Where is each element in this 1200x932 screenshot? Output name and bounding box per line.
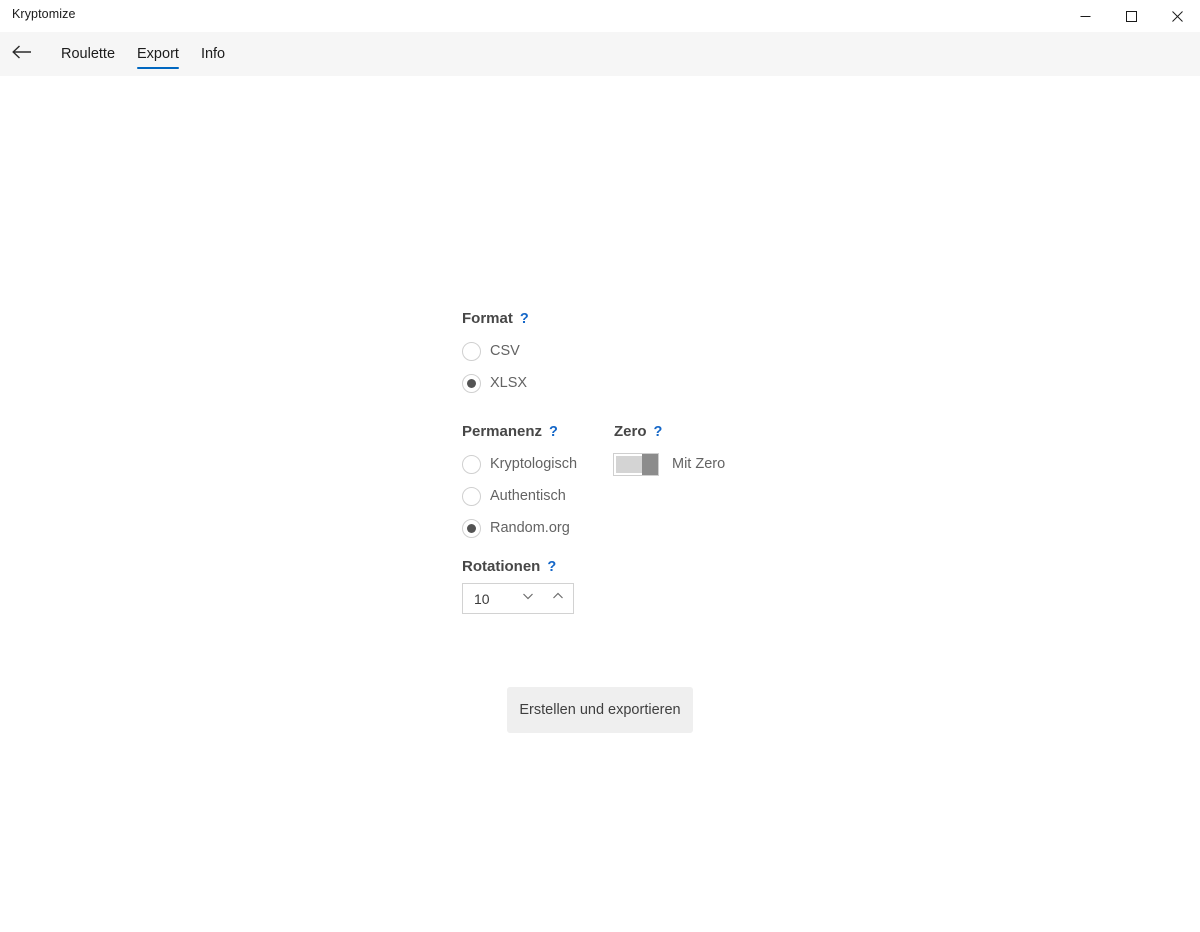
permanenz-option-kryptologisch-label: Kryptologisch: [490, 456, 578, 472]
export-settings-form: Format ? CSV XLSX Permanenz ? Kryptologi…: [462, 310, 882, 733]
permanenz-option-randomorg[interactable]: Random.org: [462, 512, 614, 544]
chevron-up-icon: [551, 589, 565, 608]
permanenz-help-icon[interactable]: ?: [549, 424, 558, 440]
permanenz-option-authentisch[interactable]: Authentisch: [462, 480, 614, 512]
rotationen-input[interactable]: 10: [463, 591, 513, 607]
format-section: Format ? CSV XLSX: [462, 310, 882, 399]
submit-button-wrapper: Erstellen und exportieren: [507, 687, 693, 733]
zero-heading: Zero ?: [614, 423, 725, 440]
rotationen-heading: Rotationen ?: [462, 558, 882, 575]
title-bar: Kryptomize: [0, 0, 1200, 32]
zero-section: Zero ? Mit Zero: [614, 423, 725, 480]
maximize-icon: [1125, 10, 1137, 22]
format-option-xlsx-radio[interactable]: [462, 373, 481, 393]
format-option-csv-label: CSV: [490, 343, 520, 359]
minimize-button[interactable]: [1062, 0, 1108, 32]
zero-toggle-knob: [642, 453, 658, 475]
zero-help-icon[interactable]: ?: [654, 424, 663, 440]
window-caption-buttons: [1062, 0, 1200, 32]
permanenz-option-randomorg-radio[interactable]: [462, 518, 481, 538]
close-button[interactable]: [1154, 0, 1200, 32]
permanenz-section: Permanenz ? Kryptologisch Authentisch Ra…: [462, 423, 614, 544]
back-arrow-icon: [11, 44, 33, 65]
rotationen-help-icon[interactable]: ?: [547, 559, 556, 575]
rotationen-section: Rotationen ? 10: [462, 558, 882, 614]
permanenz-option-randomorg-label: Random.org: [490, 520, 570, 536]
format-help-icon[interactable]: ?: [520, 311, 529, 327]
permanenz-zero-row: Permanenz ? Kryptologisch Authentisch Ra…: [462, 423, 882, 544]
rotationen-heading-label: Rotationen: [462, 558, 541, 575]
nav-tab-export-label: Export: [137, 46, 179, 62]
nav-tab-info[interactable]: Info: [190, 32, 236, 76]
rotationen-decrement-button[interactable]: [513, 584, 543, 613]
permanenz-option-kryptologisch-radio[interactable]: [462, 454, 481, 474]
format-option-xlsx-label: XLSX: [490, 375, 528, 391]
zero-heading-label: Zero: [614, 423, 647, 440]
minimize-icon: [1080, 11, 1091, 22]
zero-toggle-label: Mit Zero: [672, 456, 726, 472]
rotationen-increment-button[interactable]: [543, 584, 573, 613]
format-heading-label: Format: [462, 310, 513, 327]
nav-tab-roulette-label: Roulette: [61, 46, 116, 62]
section-spacer-two: [462, 544, 882, 558]
maximize-button[interactable]: [1108, 0, 1154, 32]
navigation-bar: Roulette Export Info: [0, 32, 1200, 76]
nav-tab-info-label: Info: [200, 46, 226, 62]
format-option-csv-radio[interactable]: [462, 341, 481, 361]
close-icon: [1171, 10, 1183, 22]
format-option-xlsx[interactable]: XLSX: [462, 367, 882, 399]
permanenz-heading-label: Permanenz: [462, 423, 543, 440]
back-button[interactable]: [2, 38, 42, 70]
window-title: Kryptomize: [12, 7, 76, 21]
rotationen-number-box[interactable]: 10: [462, 583, 574, 614]
nav-tab-roulette[interactable]: Roulette: [50, 32, 126, 76]
nav-tab-list: Roulette Export Info: [50, 32, 236, 76]
permanenz-option-authentisch-label: Authentisch: [490, 488, 566, 504]
chevron-down-icon: [521, 589, 535, 608]
permanenz-option-kryptologisch[interactable]: Kryptologisch: [462, 448, 614, 480]
format-option-csv[interactable]: CSV: [462, 335, 882, 367]
permanenz-option-authentisch-radio[interactable]: [462, 486, 481, 506]
format-heading: Format ?: [462, 310, 882, 327]
zero-toggle-row[interactable]: Mit Zero: [614, 448, 725, 480]
nav-tab-export[interactable]: Export: [126, 32, 190, 76]
nav-tab-export-underline: [137, 66, 179, 69]
content-area: Format ? CSV XLSX Permanenz ? Kryptologi…: [0, 76, 1200, 932]
create-and-export-button[interactable]: Erstellen und exportieren: [507, 687, 693, 733]
zero-toggle-switch[interactable]: [614, 453, 658, 475]
permanenz-heading: Permanenz ?: [462, 423, 614, 440]
